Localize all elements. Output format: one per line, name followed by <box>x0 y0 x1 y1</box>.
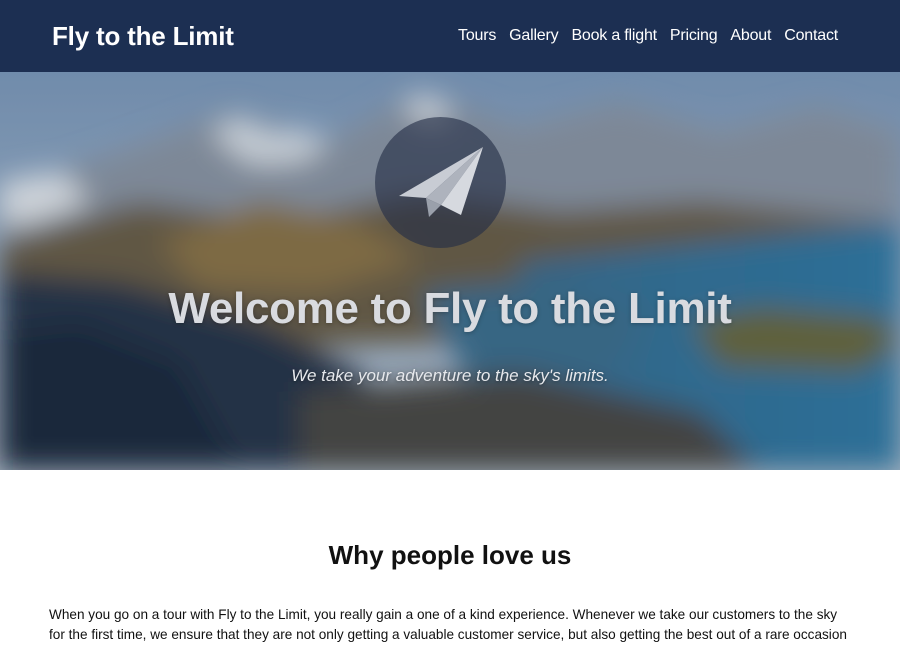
navbar: Fly to the Limit Tours Gallery Book a fl… <box>0 0 900 72</box>
section-body-text: When you go on a tour with Fly to the Li… <box>49 607 847 642</box>
hero-subtitle: We take your adventure to the sky's limi… <box>291 366 609 385</box>
hero-logo-badge <box>375 117 506 248</box>
nav-link-book-a-flight[interactable]: Book a flight <box>571 27 657 45</box>
nav-link-gallery[interactable]: Gallery <box>509 27 558 45</box>
nav-link-about[interactable]: About <box>730 27 771 45</box>
nav-link-tours[interactable]: Tours <box>458 27 496 45</box>
nav-links: Tours Gallery Book a flight Pricing Abou… <box>458 27 838 45</box>
nav-link-contact[interactable]: Contact <box>784 27 838 45</box>
hero-title: Welcome to Fly to the Limit <box>168 284 732 333</box>
brand-logo-link[interactable]: Fly to the Limit <box>52 21 234 52</box>
section-heading: Why people love us <box>328 540 572 570</box>
paper-plane-icon <box>398 146 483 217</box>
hero-banner: Welcome to Fly to the Limit We take your… <box>0 72 900 470</box>
nav-link-pricing[interactable]: Pricing <box>670 27 718 45</box>
